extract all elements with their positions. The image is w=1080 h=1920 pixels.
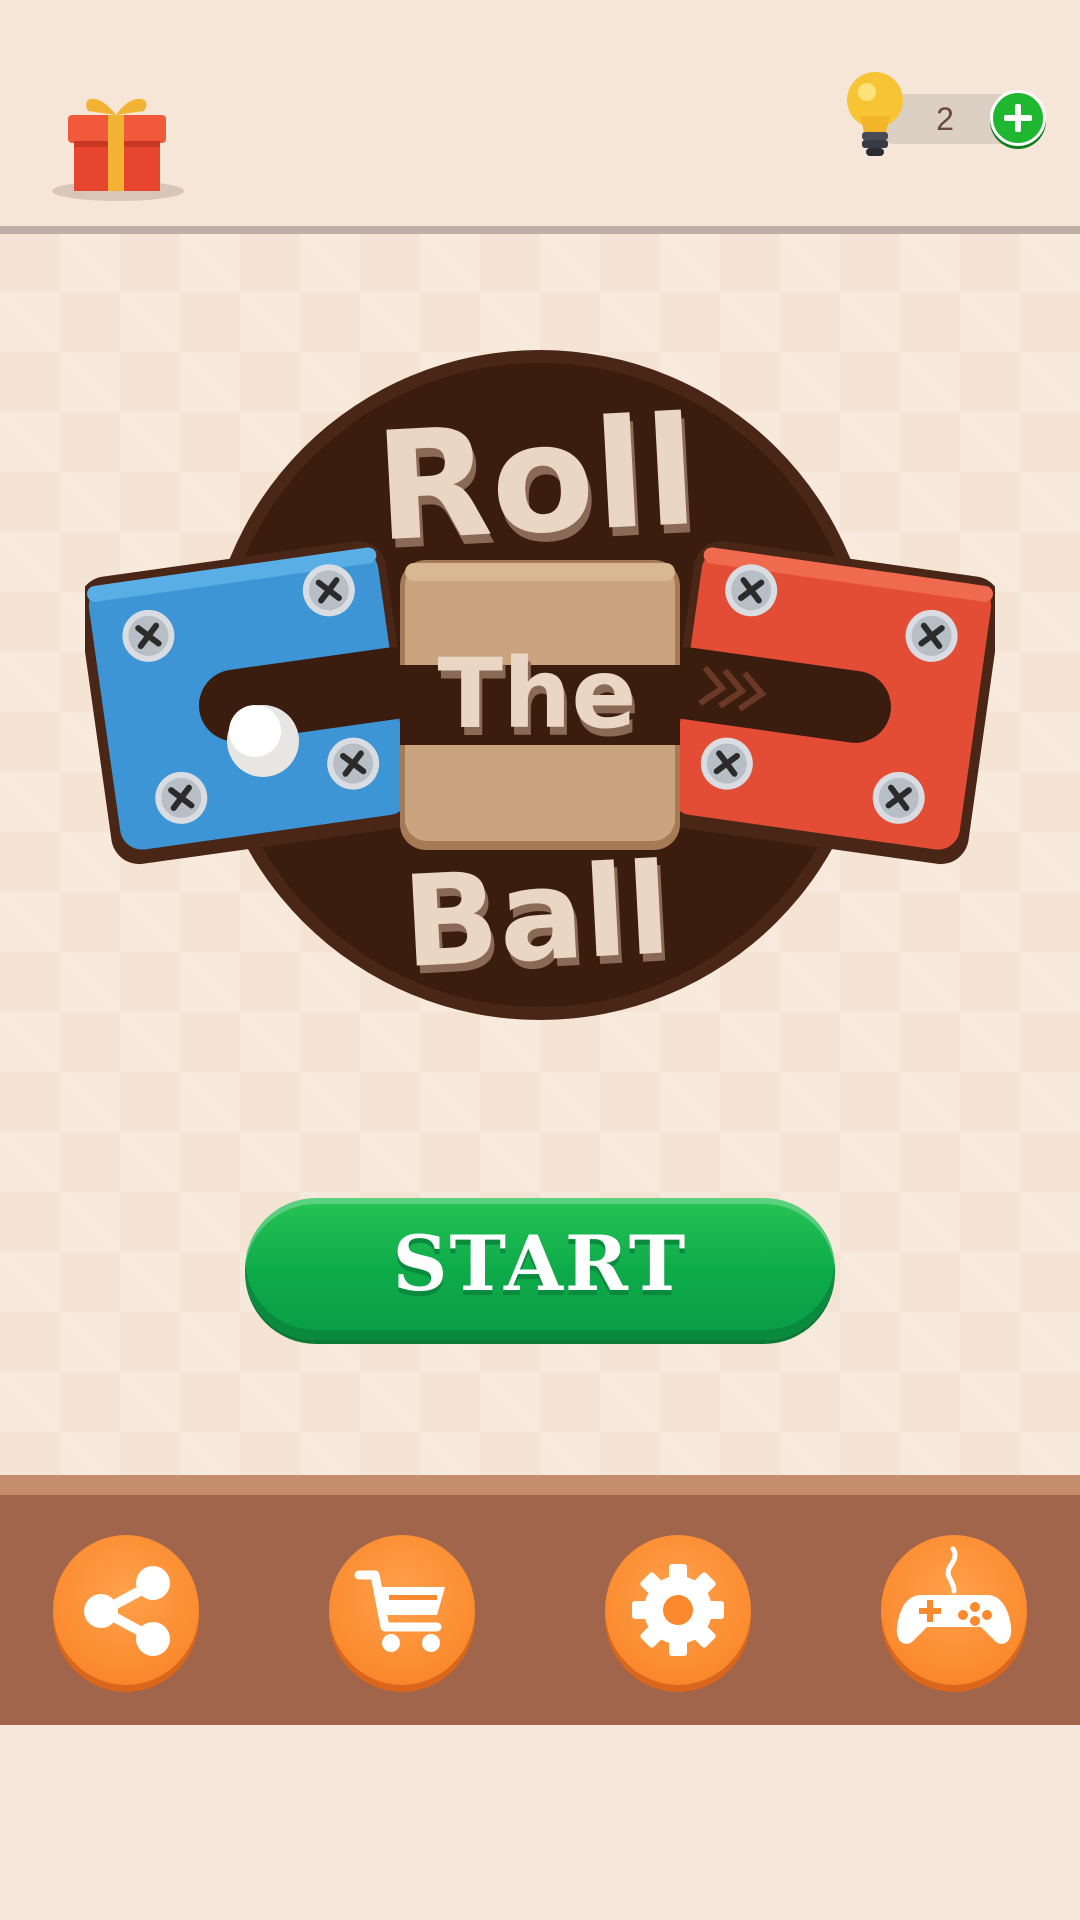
logo-text-ball: Ball <box>399 835 674 996</box>
cart-icon <box>354 1570 445 1652</box>
top-bar-divider <box>0 226 1080 234</box>
more-games-button[interactable] <box>881 1535 1027 1685</box>
hint-count: 2 <box>936 101 954 137</box>
gear-icon <box>632 1564 724 1656</box>
add-hint-button[interactable] <box>990 90 1046 146</box>
logo-text-the: The <box>438 638 637 750</box>
lightbulb-icon <box>842 70 908 162</box>
gift-button[interactable] <box>50 85 190 205</box>
plus-icon <box>1004 104 1032 132</box>
share-icon <box>84 1566 170 1656</box>
start-button[interactable]: START <box>245 1198 835 1340</box>
bottom-bar-edge <box>0 1475 1080 1495</box>
share-button[interactable] <box>53 1535 199 1685</box>
logo-text-roll: Roll <box>371 385 701 576</box>
game-logo: Roll Roll The The Ball Ball <box>78 345 1002 1025</box>
gamepad-icon <box>896 1546 1012 1644</box>
start-button-label: START <box>392 1219 688 1308</box>
bottom-spacer <box>0 1725 1080 1920</box>
shop-button[interactable] <box>329 1535 475 1685</box>
settings-button[interactable] <box>605 1535 751 1685</box>
gift-icon <box>52 98 184 201</box>
